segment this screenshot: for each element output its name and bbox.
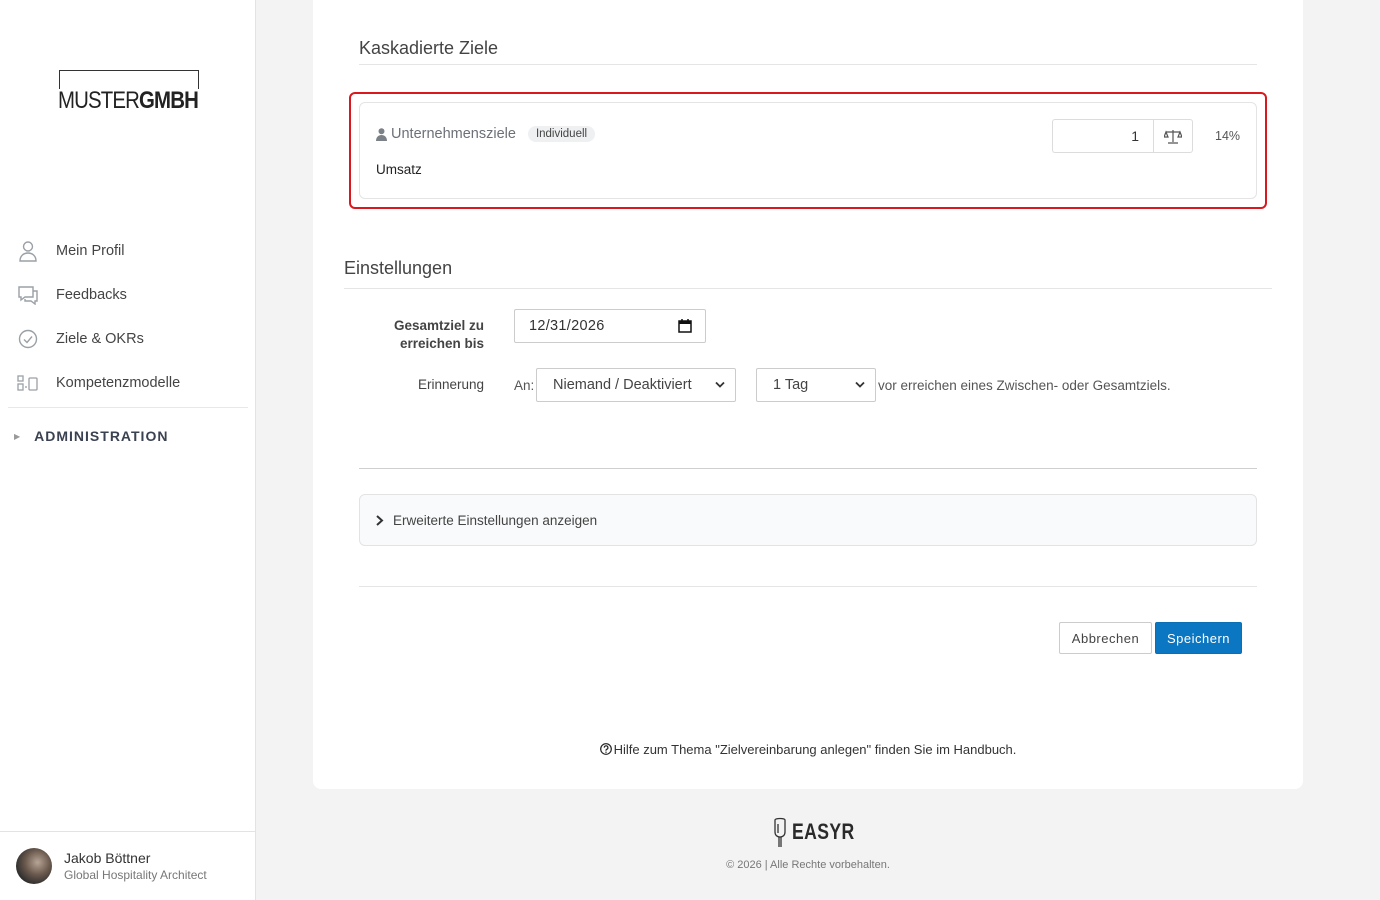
reminder-suffix: vor erreichen eines Zwischen- oder Gesam… [878,378,1171,393]
sidebar-item-administration[interactable]: ▶ ADMINISTRATION [0,408,256,464]
sidebar-item-competency-models[interactable]: Kompetenzmodelle [0,361,256,405]
sidebar-item-label: ADMINISTRATION [34,428,169,444]
company-logo[interactable]: MUSTERGMBH [58,70,201,114]
help-icon [599,743,612,755]
footer-copyright: © 2026 | Alle Rechte vorbehalten. [726,859,890,871]
cascaded-goals-title: Kaskadierte Ziele [359,38,499,58]
cancel-button[interactable]: Abbrechen [1059,622,1152,654]
deadline-label-line: erreichen bis [399,336,484,351]
sidebar-item-feedbacks[interactable]: Feedbacks [0,273,256,317]
help-link[interactable]: Hilfe zum Thema "Zielvereinbarung anlege… [614,742,1017,757]
footer-brand: EASYR [792,819,855,844]
divider [359,64,1257,65]
recipient-prefix: An: [514,378,535,393]
modules-icon [17,372,39,394]
recipient-select-value: Niemand / Deaktiviert [553,377,692,393]
goal-name: Unternehmensziele [391,126,516,142]
recipient-select[interactable]: Niemand / Deaktiviert [536,368,736,402]
sidebar-nav: Mein Profil Feedbacks Ziele & OKRs Kompe… [0,229,256,464]
sidebar-item-label: Ziele & OKRs [56,331,144,347]
logo-text-light: MUSTER [58,87,140,114]
advanced-settings-toggle[interactable]: Erweiterte Einstellungen anzeigen [359,494,1257,546]
balance-scale-icon [1164,129,1182,144]
caret-right-icon: ▶ [14,431,21,441]
chevron-right-icon [376,514,384,526]
cascaded-goal-card: Unternehmensziele Individuell Umsatz 1 1… [359,102,1257,199]
chevron-down-icon [715,381,725,388]
sidebar-item-goals[interactable]: Ziele & OKRs [0,317,256,361]
user-icon [17,240,39,262]
user-icon [376,127,387,141]
sidebar-item-label: Mein Profil [56,243,125,259]
divider [344,288,1272,289]
sidebar-item-profile[interactable]: Mein Profil [0,229,256,273]
advanced-settings-label: Erweiterte Einstellungen anzeigen [393,512,598,528]
settings-title: Einstellungen [344,258,453,278]
interval-select-value: 1 Tag [773,377,809,393]
check-circle-icon [17,328,39,350]
weight-balance-button[interactable] [1153,119,1193,153]
deadline-label: Gesamtziel zu erreichen bis [373,317,484,353]
deadline-date-value: 12/31/2026 [529,318,605,334]
help-text: Hilfe zum Thema "Zielvereinbarung anlege… [313,742,1303,757]
interval-select[interactable]: 1 Tag [756,368,876,402]
sidebar: MUSTERGMBH Mein Profil Feedbacks Ziele &… [0,0,256,900]
easyr-logo-icon [774,817,786,847]
sidebar-item-label: Kompetenzmodelle [56,375,181,391]
deadline-date-input[interactable]: 12/31/2026 [514,309,706,343]
divider [359,586,1257,587]
chat-icon [17,284,39,306]
goal-weight-input[interactable]: 1 [1052,119,1153,153]
save-button[interactable]: Speichern [1155,622,1242,654]
chevron-down-icon [855,381,865,388]
goal-subtitle: Umsatz [376,162,422,177]
deadline-label-line: Gesamtziel zu [393,318,484,333]
divider [359,468,1257,469]
reminder-label: Erinnerung [417,377,484,392]
sidebar-item-label: Feedbacks [56,287,127,303]
goal-weight-percent: 14% [1215,129,1241,143]
goal-type-badge: Individuell [527,126,596,142]
footer-logo[interactable]: EASYR [771,816,870,848]
main-card: Kaskadierte Ziele Unternehmensziele Indi… [313,0,1303,789]
logo-text-bold: GMBH [139,87,199,114]
calendar-icon[interactable] [678,319,692,333]
